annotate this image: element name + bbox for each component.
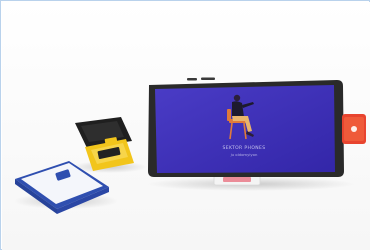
phone-button	[187, 78, 197, 81]
phone-button	[201, 77, 215, 80]
screen-subtitle: ju oldomyiyon	[230, 152, 258, 157]
phone	[148, 77, 344, 177]
product-photo	[2, 2, 370, 250]
photo-frame: SEKTOR PHONES ju oldomyiyon	[0, 0, 370, 250]
screen-title: SEKTOR PHONES	[222, 146, 266, 151]
phone-stand-accent	[223, 177, 251, 182]
red-device	[342, 114, 366, 144]
